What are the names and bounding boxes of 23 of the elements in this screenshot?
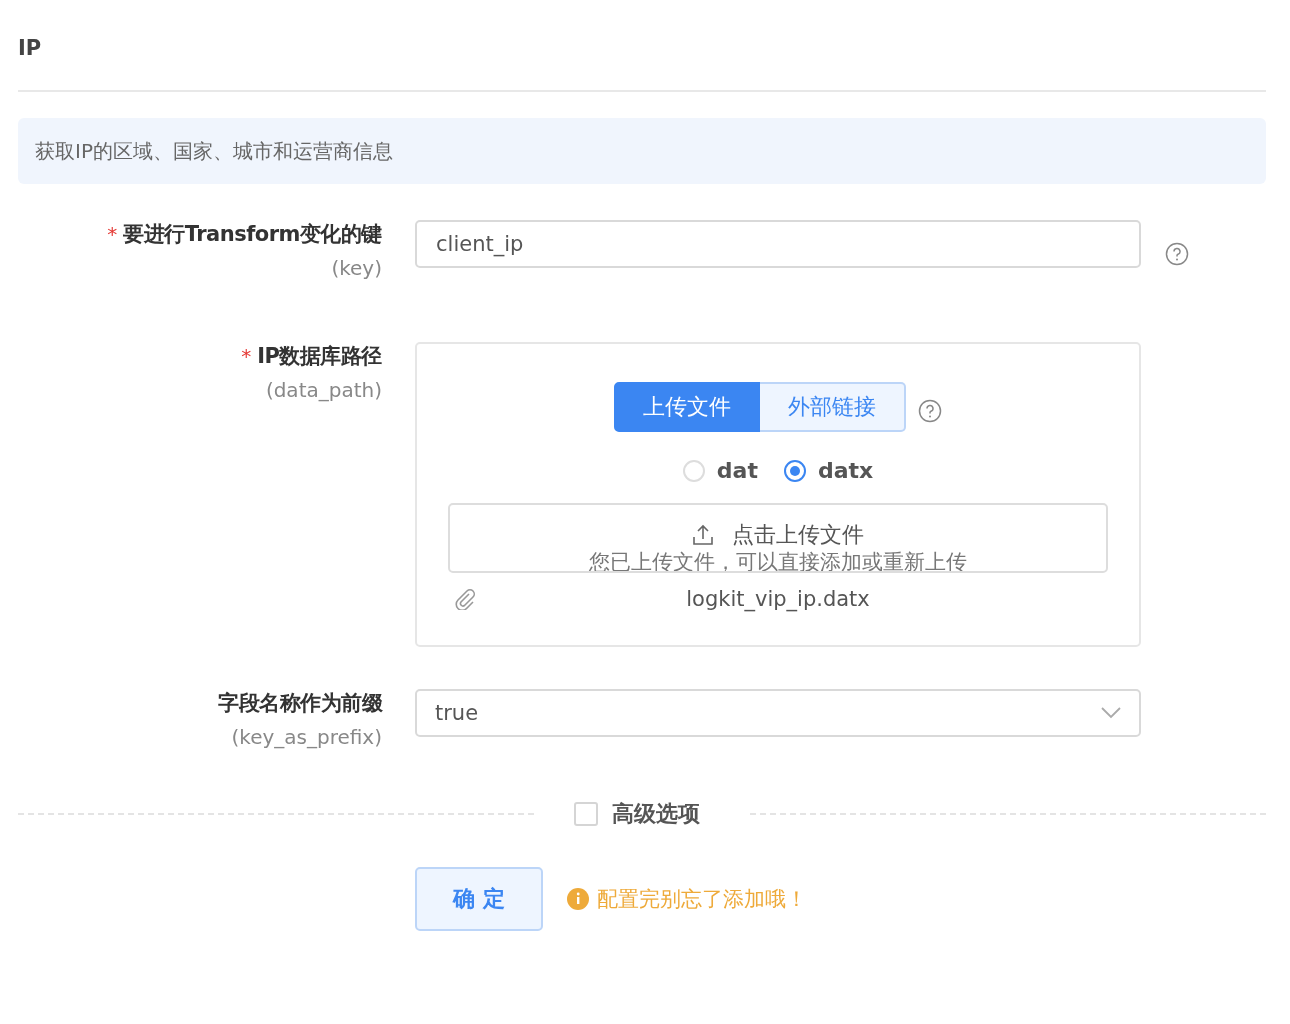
- field-label: 要进行Transform变化的键: [123, 221, 382, 248]
- info-icon: [567, 888, 589, 910]
- description-text: 获取IP的区域、国家、城市和运营商信息: [35, 137, 393, 165]
- select-value: true: [435, 701, 479, 725]
- advanced-options-checkbox[interactable]: 高级选项: [534, 799, 750, 829]
- field-key: (data_path): [265, 378, 382, 402]
- format-radio[interactable]: dat: [682, 458, 758, 483]
- page-title: IP: [18, 0, 42, 92]
- upload-icon: [692, 524, 714, 546]
- format-radio[interactable]: datx: [783, 458, 874, 483]
- field-label: IP数据库路径: [257, 343, 382, 370]
- notice-text: 配置完别忘了添加哦！: [597, 886, 807, 913]
- required-mark: *: [241, 344, 252, 368]
- text-field[interactable]: client_ip: [415, 220, 1141, 268]
- chevron-down-icon: [1101, 707, 1121, 719]
- field-label: 字段名称作为前缀: [218, 690, 382, 717]
- select-field[interactable]: true: [415, 689, 1141, 737]
- field-key: (key): [331, 256, 382, 280]
- file-name[interactable]: logkit_vip_ip.datx: [476, 587, 1080, 611]
- field-key: (key_as_prefix): [231, 725, 382, 749]
- paperclip-icon: [454, 588, 476, 610]
- source-tab[interactable]: 上传文件: [614, 382, 760, 432]
- required-mark: *: [107, 222, 118, 246]
